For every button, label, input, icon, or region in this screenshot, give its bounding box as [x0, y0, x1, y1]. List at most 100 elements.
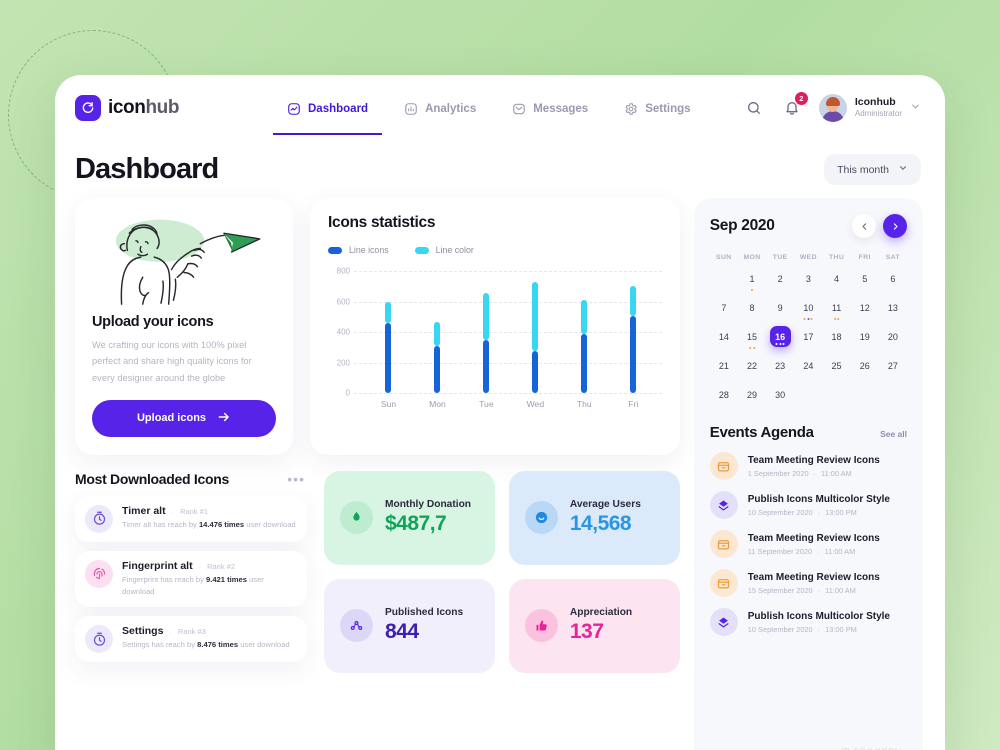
calendar-day[interactable]: 26: [854, 355, 875, 376]
chart-legend: Line icons Line color: [328, 245, 662, 255]
calendar-day[interactable]: 24: [798, 355, 819, 376]
stat-tile[interactable]: Appreciation 137: [508, 578, 680, 673]
stat-tile[interactable]: Monthly Donation $487,7: [324, 470, 495, 565]
agenda-event[interactable]: Team Meeting Review Icons 11 September 20…: [709, 530, 907, 558]
calendar-day[interactable]: 27: [882, 355, 903, 376]
chevron-left-icon[interactable]: [852, 214, 876, 238]
calendar-day[interactable]: 18: [826, 326, 847, 347]
calendar-day[interactable]: 29: [742, 384, 763, 405]
upload-button-label: Upload icons: [136, 412, 207, 425]
nav-right-actions: 2 Iconhub Administrator: [743, 92, 921, 122]
calendar-day[interactable]: 15: [742, 326, 763, 347]
chart-bar-group[interactable]: [560, 271, 609, 393]
more-horizontal-icon[interactable]: •••: [287, 471, 305, 487]
agenda-event[interactable]: Team Meeting Review Icons 1 September 202…: [709, 452, 907, 480]
calendar-day[interactable]: 28: [713, 384, 734, 405]
calendar-day[interactable]: 19: [854, 326, 875, 347]
bell-icon[interactable]: 2: [781, 92, 808, 119]
chart-x-tick: Tue: [479, 399, 494, 409]
stat-tile-label: Average Users: [569, 499, 641, 511]
user-role: Administrator: [854, 109, 902, 119]
calendar-day[interactable]: 6: [882, 268, 903, 289]
stat-tile-label: Appreciation: [569, 607, 633, 619]
calendar-dow: SUN: [716, 254, 732, 261]
calendar-dow: TUE: [772, 254, 788, 261]
calendar-day[interactable]: 30: [770, 384, 791, 405]
layers-diamond-icon: [709, 608, 738, 636]
chart-bar-line-icons: [434, 345, 441, 393]
chart-x-tick: Mon: [429, 399, 446, 409]
user-menu[interactable]: Iconhub Administrator: [818, 94, 921, 122]
calendar-cell: 26: [851, 354, 879, 377]
list-item[interactable]: Settings · Rank #3 Settings has reach by 8.…: [75, 616, 307, 663]
agenda-events-list: Team Meeting Review Icons 1 September 202…: [709, 441, 907, 636]
calendar-day[interactable]: 1: [742, 268, 763, 289]
activity-square-icon: [287, 102, 301, 116]
calendar-day[interactable]: 17: [798, 326, 819, 347]
calendar-day[interactable]: 22: [742, 355, 763, 376]
timer-icon: [85, 625, 113, 654]
calendar-day[interactable]: 4: [826, 268, 847, 289]
calendar-day[interactable]: 23: [770, 355, 791, 376]
calendar-day[interactable]: 3: [798, 268, 819, 289]
calendar-cell: 29: [738, 383, 766, 406]
period-selector[interactable]: This month: [824, 154, 921, 185]
calendar-cell: 15: [738, 325, 766, 349]
nav-item-dashboard[interactable]: Dashboard: [272, 82, 383, 135]
calendar-day[interactable]: 8: [742, 297, 763, 318]
list-item[interactable]: Timer alt · Rank #1 Timer alt has reach by …: [75, 495, 307, 542]
calendar-day[interactable]: 14: [713, 326, 734, 347]
nav-item-settings[interactable]: Settings: [622, 82, 692, 135]
calendar-day[interactable]: 9: [770, 297, 791, 318]
calendar-day[interactable]: 21: [713, 355, 734, 376]
stat-tile[interactable]: Average Users 14,568: [508, 470, 680, 565]
calendar-day[interactable]: 20: [882, 326, 903, 347]
desc-pre: Fingerprint has reach by: [122, 574, 206, 584]
agenda-event[interactable]: Team Meeting Review Icons 15 September 20…: [709, 569, 907, 597]
dashboard-window: iconhub Dashboard Analytics Messages Set…: [55, 75, 945, 750]
stat-tile[interactable]: Published Icons 844: [324, 578, 495, 673]
calendar-day[interactable]: 12: [854, 297, 875, 318]
agenda-event[interactable]: Publish Icons Multicolor Style 10 Septemb…: [709, 608, 907, 636]
chevron-right-icon[interactable]: [883, 214, 907, 238]
desc-post: user download: [244, 519, 296, 529]
chart-bar-line-color: [581, 299, 588, 334]
chart-bar-group[interactable]: [462, 271, 511, 393]
upload-icons-button[interactable]: Upload icons: [92, 399, 276, 437]
chevron-down-icon[interactable]: [910, 99, 921, 117]
calendar-day[interactable]: 2: [770, 268, 791, 289]
calendar-cell: 30: [766, 383, 794, 406]
upload-title: Upload your icons: [92, 314, 214, 330]
agenda-event-meta: 11 September 2020 · 11:00 AM: [747, 546, 856, 556]
download-count: 8.476 times: [197, 640, 239, 650]
nav-item-analytics[interactable]: Analytics: [402, 82, 478, 135]
legend-item-line-icons[interactable]: Line icons: [328, 245, 389, 255]
calendar-day[interactable]: 10: [798, 297, 819, 318]
chart-bar-group[interactable]: [364, 271, 413, 393]
list-item[interactable]: Fingerprint alt · Rank #2 Fingerprint has r…: [75, 550, 307, 608]
chart-bar-line-icons: [630, 316, 637, 393]
see-all-link[interactable]: See all: [880, 429, 907, 439]
agenda-event[interactable]: Publish Icons Multicolor Style 10 Septemb…: [709, 491, 907, 519]
calendar-day[interactable]: 13: [882, 297, 903, 318]
calendar-event-dots: [749, 347, 755, 349]
calendar-day[interactable]: 25: [826, 355, 847, 376]
calendar-header: Sep 2020: [710, 214, 907, 238]
agenda-event-title: Publish Icons Multicolor Style: [747, 493, 890, 505]
calendar-day[interactable]: 11: [826, 297, 847, 318]
stat-tile-value: 137: [569, 620, 604, 644]
nav-label: Settings: [645, 102, 691, 115]
timer-icon: [85, 504, 113, 533]
calendar-day[interactable]: 5: [854, 268, 875, 289]
chart-bar-group[interactable]: [609, 271, 658, 393]
legend-item-line-color[interactable]: Line color: [414, 245, 474, 255]
calendar-day[interactable]: 7: [713, 297, 734, 318]
chart-bar-group[interactable]: [413, 271, 462, 393]
brand-logo[interactable]: iconhub: [75, 95, 285, 121]
calendar-cell: 20: [879, 325, 907, 348]
nav-item-messages[interactable]: Messages: [510, 82, 590, 135]
box-icon: [709, 530, 738, 558]
search-icon[interactable]: [743, 97, 765, 119]
top-cards-row: Upload your icons We crafting our icons …: [75, 198, 680, 455]
chart-bar-group[interactable]: [511, 271, 560, 393]
